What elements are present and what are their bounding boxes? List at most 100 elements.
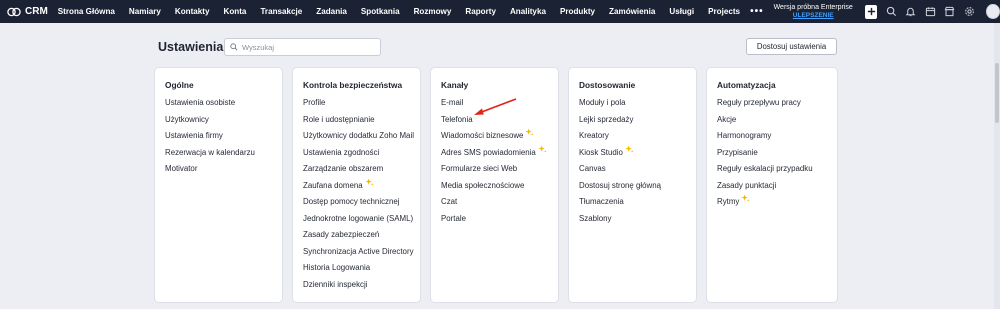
settings-list: Ustawienia osobiste Użytkownicy Ustawienia…	[165, 98, 282, 181]
search-icon	[886, 6, 896, 17]
marketplace-icon	[944, 6, 955, 17]
create-new-button[interactable]	[864, 4, 878, 19]
customize-settings-button[interactable]: Dostosuj ustawienia	[746, 38, 837, 55]
nav-item-contacts[interactable]: Kontakty	[175, 7, 210, 16]
nav-item-orders[interactable]: Zamówienia	[609, 7, 655, 16]
card-title: Automatyzacja	[717, 80, 776, 90]
settings-link[interactable]: Ustawienia firmy	[165, 131, 282, 148]
settings-link[interactable]: Użytkownicy	[165, 115, 282, 132]
nav-item-reports[interactable]: Raporty	[465, 7, 496, 16]
nav-item-projects[interactable]: Projects	[708, 7, 740, 16]
settings-link[interactable]: Zaufana domena	[303, 177, 420, 198]
settings-link[interactable]: Przypisanie	[717, 148, 837, 165]
settings-link[interactable]: Media społecznościowe	[441, 181, 558, 198]
calendar-icon	[925, 7, 935, 17]
settings-link[interactable]: Canvas	[579, 164, 696, 181]
marketplace-button[interactable]	[944, 5, 956, 19]
nav-item-accounts[interactable]: Konta	[224, 7, 247, 16]
settings-link[interactable]: Zasady punktacji	[717, 181, 837, 198]
settings-link-label: Zasady zabezpieczeń	[303, 230, 380, 239]
settings-link[interactable]: Zasady zabezpieczeń	[303, 230, 420, 247]
settings-link-label: Moduły i pola	[579, 98, 626, 107]
settings-link-label: Kiosk Studio	[579, 147, 623, 157]
settings-link[interactable]: Rezerwacja w kalendarzu	[165, 148, 282, 165]
nav-item-calls[interactable]: Rozmowy	[414, 7, 452, 16]
settings-link[interactable]: Kiosk Studio	[579, 144, 696, 165]
settings-link[interactable]: Zarządzanie obszarem	[303, 164, 420, 181]
settings-link[interactable]: Portale	[441, 214, 558, 231]
settings-link-label: Ustawienia zgodności	[303, 147, 380, 157]
upgrade-link[interactable]: ULEPSZENIE	[793, 12, 834, 20]
settings-link[interactable]: Szablony	[579, 214, 696, 231]
settings-link[interactable]: Jednokrotne logowanie (SAML)	[303, 214, 420, 231]
settings-link[interactable]: Dzienniki inspekcji	[303, 280, 420, 297]
settings-link[interactable]: Harmonogramy	[717, 131, 837, 148]
settings-link[interactable]: Ustawienia osobiste	[165, 98, 282, 115]
nav-item-tasks[interactable]: Zadania	[316, 7, 347, 16]
settings-link-label: Dostęp pomocy technicznej	[303, 197, 400, 206]
settings-link-label: Reguły eskalacji przypadku	[717, 164, 813, 173]
avatar[interactable]	[986, 4, 1000, 19]
nav-item-leads[interactable]: Namiary	[129, 7, 161, 16]
settings-link[interactable]: Czat	[441, 197, 558, 214]
settings-button[interactable]	[963, 5, 975, 19]
crm-logo-icon	[7, 7, 21, 16]
top-nav-bar: CRM Strona Główna Namiary Kontakty Konta…	[0, 0, 1000, 23]
settings-link-label: Canvas	[579, 164, 606, 173]
nav-item-home[interactable]: Strona Główna	[58, 7, 115, 16]
brand-name: CRM	[25, 6, 48, 17]
settings-link[interactable]: Użytkownicy dodatku Zoho Mail	[303, 131, 420, 148]
settings-link-label: Historia Logowania	[303, 263, 371, 272]
settings-link-label: Rezerwacja w kalendarzu	[165, 147, 255, 157]
settings-link-label: Adres SMS powiadomienia	[441, 147, 536, 157]
settings-link-label: Zasady punktacji	[717, 180, 777, 190]
settings-link-label: Użytkownicy	[165, 114, 209, 124]
settings-link[interactable]: Moduły i pola	[579, 98, 696, 115]
calendar-button[interactable]	[924, 5, 936, 19]
scrollbar-thumb[interactable]	[995, 63, 999, 123]
settings-link[interactable]: Reguły przepływu pracy	[717, 98, 837, 115]
settings-link-label: Jednokrotne logowanie (SAML)	[303, 213, 414, 223]
settings-list: Reguły przepływu pracy Akcje Harmonogramy P…	[717, 98, 837, 214]
settings-link[interactable]: Motivator	[165, 164, 282, 181]
settings-link[interactable]: Dostosuj stronę główną	[579, 181, 696, 198]
search-icon	[230, 43, 238, 51]
nav-item-meetings[interactable]: Spotkania	[361, 7, 400, 16]
bell-icon	[906, 7, 916, 17]
settings-link[interactable]: Synchronizacja Active Directory	[303, 247, 420, 264]
settings-link[interactable]: Akcje	[717, 115, 837, 132]
card-title: Kanały	[441, 80, 469, 90]
settings-link[interactable]: Reguły eskalacji przypadku	[717, 164, 837, 181]
nav-item-services[interactable]: Usługi	[669, 7, 694, 16]
nav-item-products[interactable]: Produkty	[560, 7, 595, 16]
settings-search[interactable]	[224, 38, 381, 56]
settings-link-label: Formularze sieci Web	[441, 164, 518, 173]
settings-link[interactable]: Profile	[303, 98, 420, 115]
settings-link[interactable]: Formularze sieci Web	[441, 164, 558, 181]
settings-link[interactable]: Role i udostępnianie	[303, 115, 420, 132]
global-search-button[interactable]	[885, 5, 897, 19]
settings-link-label: Telefonia	[441, 114, 473, 124]
card-automation: Automatyzacja Reguły przepływu pracy Akcj…	[706, 67, 838, 303]
search-input[interactable]	[242, 42, 372, 52]
settings-link[interactable]: Ustawienia zgodności	[303, 148, 420, 165]
crm-logo[interactable]: CRM	[7, 6, 48, 17]
settings-link[interactable]: Historia Logowania	[303, 263, 420, 280]
settings-list: Profile Role i udostępnianie Użytkownicy d…	[303, 98, 420, 296]
settings-link-label: Akcje	[717, 114, 737, 124]
settings-link[interactable]: Dostęp pomocy technicznej	[303, 197, 420, 214]
main-nav: Strona Główna Namiary Kontakty Konta Tra…	[58, 6, 774, 17]
settings-link[interactable]: Tłumaczenia	[579, 197, 696, 214]
settings-link-label: Przypisanie	[717, 147, 758, 157]
card-title: Ogólne	[165, 80, 194, 90]
settings-link-label: Synchronizacja Active Directory	[303, 246, 414, 256]
settings-link[interactable]: Kreatory	[579, 131, 696, 148]
nav-item-deals[interactable]: Transakcje	[260, 7, 302, 16]
settings-link[interactable]: Rytmy	[717, 194, 837, 214]
more-modules-button[interactable]: •••	[750, 6, 764, 17]
settings-link[interactable]: Adres SMS powiadomienia	[441, 144, 558, 165]
nav-item-analytics[interactable]: Analityka	[510, 7, 546, 16]
page-scrollbar[interactable]	[994, 23, 1000, 309]
notifications-button[interactable]	[905, 5, 917, 19]
settings-link[interactable]: Lejki sprzedaży	[579, 115, 696, 132]
